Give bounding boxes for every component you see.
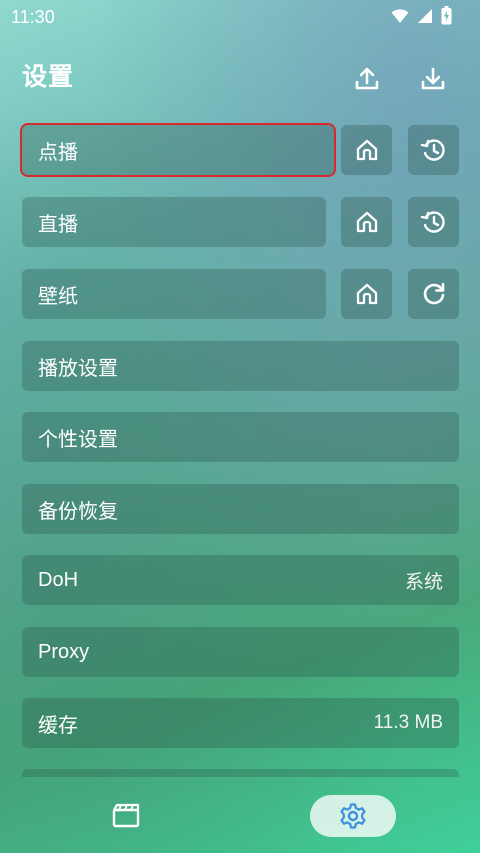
upload-button[interactable] [350,62,384,96]
doh-value: 系统 [404,571,443,593]
download-icon [421,67,445,90]
row-vod: 点播 [20,123,459,177]
upload-icon [355,67,379,90]
personalization-settings-label: 个性设置 [38,428,118,451]
signal-icon [417,8,433,24]
wallpaper-refresh-button[interactable] [408,269,459,319]
vod-label: 点播 [38,141,78,164]
home-icon [356,139,377,161]
status-time: 11:30 [11,7,55,27]
cache-setting[interactable]: 缓存 11.3 MB [22,698,459,748]
cache-label: 缓存 [38,714,78,737]
live-label: 直播 [38,213,78,236]
status-icons [391,6,452,25]
proxy-label: Proxy [38,640,90,663]
header: 设置 [0,50,480,100]
vod-history-button[interactable] [408,125,459,175]
wifi-icon [391,8,409,24]
page-title: 设置 [22,63,75,91]
gear-icon [340,803,366,829]
wallpaper-label: 壁纸 [38,285,78,308]
vod-setting[interactable]: 点播 [20,123,336,177]
vod-home-button[interactable] [341,125,392,175]
bottom-nav [0,770,480,853]
backup-restore[interactable]: 备份恢复 [22,484,459,534]
battery-icon [441,6,452,25]
live-setting[interactable]: 直播 [22,197,326,247]
personalization-settings[interactable]: 个性设置 [22,412,459,462]
history-icon [420,211,445,233]
cache-value: 11.3 MB [373,712,443,733]
download-button[interactable] [416,62,450,96]
nav-video-tab[interactable] [100,790,152,842]
doh-label: DoH [38,568,79,591]
home-icon [356,283,377,305]
nav-settings-tab[interactable] [310,795,396,837]
status-bar: 11:30 [0,0,480,34]
proxy-setting[interactable]: Proxy [22,627,459,677]
live-home-button[interactable] [341,197,392,247]
row-wallpaper: 壁纸 [22,269,459,319]
refresh-icon [423,282,444,305]
home-icon [356,211,377,233]
wallpaper-setting[interactable]: 壁纸 [22,269,326,319]
wallpaper-home-button[interactable] [341,269,392,319]
live-history-button[interactable] [408,197,459,247]
playback-settings[interactable]: 播放设置 [22,341,459,391]
doh-setting[interactable]: DoH 系统 [22,555,459,605]
clapperboard-icon [112,803,140,828]
history-icon [420,139,445,161]
playback-settings-label: 播放设置 [38,357,118,380]
backup-restore-label: 备份恢复 [38,500,118,523]
row-live: 直播 [22,197,459,247]
